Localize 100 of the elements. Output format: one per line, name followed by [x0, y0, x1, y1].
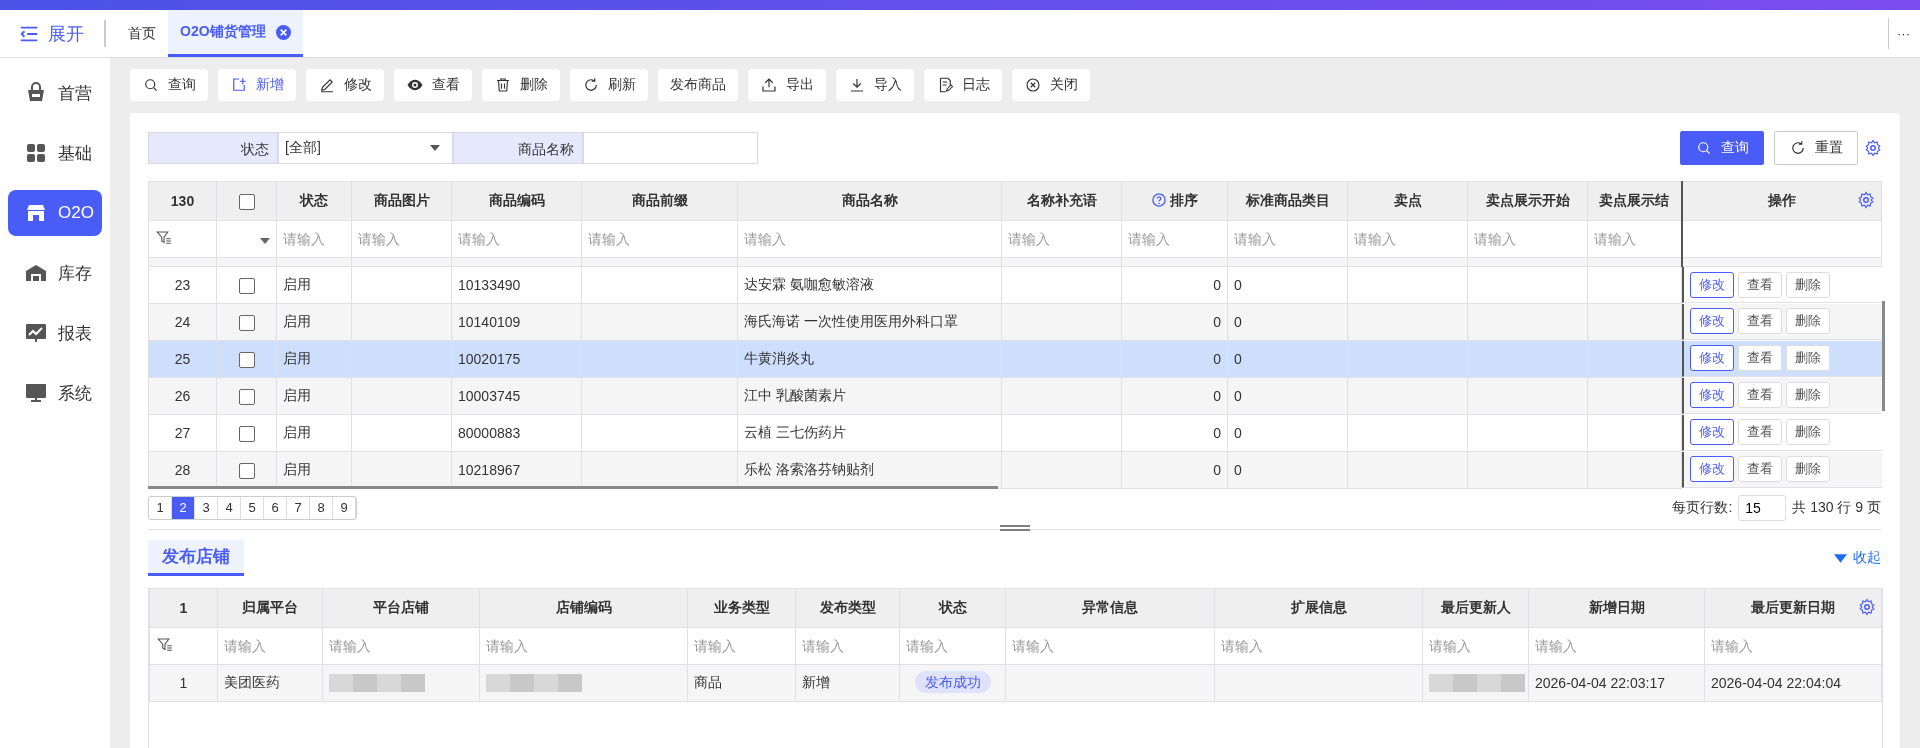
- toolbar-button[interactable]: 查询: [130, 69, 208, 101]
- row-action-button[interactable]: 删除: [1786, 456, 1830, 482]
- column-header: 平台店铺: [322, 588, 480, 628]
- horizontal-scrollbar[interactable]: [148, 486, 998, 489]
- sidebar-item[interactable]: 首营: [8, 70, 102, 116]
- column-header: 商品图片: [351, 181, 452, 221]
- table-row[interactable]: 25 启用 10020175 牛黄消炎丸 0 0 修改 查看 删除: [148, 340, 1882, 378]
- row-action-button[interactable]: 查看: [1738, 308, 1782, 334]
- row-action-button[interactable]: 修改: [1690, 382, 1734, 408]
- sidebar-item[interactable]: O2O: [8, 190, 102, 236]
- page-button[interactable]: 2: [172, 497, 195, 519]
- expand-button[interactable]: 展开: [0, 10, 104, 57]
- table-cell: 2026-04-04 22:03:17: [1535, 675, 1665, 691]
- caret-icon: [1834, 553, 1847, 563]
- monitor-icon: [24, 381, 48, 405]
- caret-icon[interactable]: [260, 238, 270, 244]
- row-action-button[interactable]: 查看: [1738, 382, 1782, 408]
- row-action-button[interactable]: 删除: [1786, 308, 1830, 334]
- close-icon[interactable]: [275, 24, 291, 40]
- settings-icon[interactable]: [1857, 191, 1875, 209]
- sidebar-item[interactable]: 系统: [8, 370, 102, 416]
- toolbar-button[interactable]: 关闭: [1012, 69, 1090, 101]
- row-checkbox[interactable]: [238, 314, 255, 331]
- row-checkbox[interactable]: [238, 425, 255, 442]
- toolbar-button[interactable]: 新增: [218, 69, 296, 101]
- column-header: 最后更新人: [1422, 588, 1529, 628]
- status-badge: 发布成功: [914, 671, 991, 693]
- more-menu[interactable]: ···: [1897, 26, 1920, 41]
- table-row[interactable]: 26 启用 10003745 江中 乳酸菌素片 0 0 修改 查看 删除: [148, 377, 1882, 415]
- row-action-button[interactable]: 查看: [1738, 419, 1782, 445]
- table-row[interactable]: 28 启用 10218967 乐松 洛索洛芬钠贴剂 0 0 修改 查看 删除: [148, 451, 1882, 489]
- page-button[interactable]: 5: [241, 497, 264, 519]
- row-action-button[interactable]: 修改: [1690, 308, 1734, 334]
- toolbar-button[interactable]: 查看: [394, 69, 472, 101]
- row-checkbox[interactable]: [238, 388, 255, 405]
- search-button[interactable]: 查询: [1680, 131, 1764, 165]
- column-header: 操作: [1681, 181, 1882, 221]
- page-button[interactable]: 6: [264, 497, 287, 519]
- row-action-button[interactable]: 查看: [1738, 456, 1782, 482]
- row-checkbox[interactable]: [238, 351, 255, 368]
- page-tab[interactable]: 首页: [116, 10, 168, 57]
- page-button[interactable]: 3: [195, 497, 218, 519]
- settings-icon[interactable]: [1858, 598, 1876, 616]
- settings-icon[interactable]: [1864, 139, 1882, 157]
- download-icon: [848, 76, 866, 94]
- row-action-button[interactable]: 修改: [1690, 345, 1734, 371]
- row-action-button[interactable]: 查看: [1738, 271, 1782, 298]
- table-cell: 牛黄消炎丸: [744, 350, 814, 366]
- toolbar-button[interactable]: 发布商品: [658, 69, 738, 101]
- select-all-checkbox[interactable]: [238, 193, 255, 210]
- column-header: 扩展信息: [1214, 588, 1423, 628]
- page-button[interactable]: 9: [333, 497, 356, 519]
- table-cell: 0: [1234, 277, 1242, 293]
- row-action-button[interactable]: 修改: [1690, 456, 1734, 482]
- filter-icon[interactable]: [156, 635, 174, 654]
- row-action-button[interactable]: 删除: [1786, 271, 1830, 298]
- page-button[interactable]: 8: [310, 497, 333, 519]
- column-header: 卖点展示开始: [1467, 181, 1588, 221]
- row-action-button[interactable]: 修改: [1690, 271, 1734, 298]
- table-cell: 启用: [283, 350, 311, 366]
- table-cell: 10218967: [458, 462, 521, 478]
- row-action-button[interactable]: 修改: [1690, 419, 1734, 445]
- row-action-button[interactable]: 查看: [1738, 345, 1782, 371]
- page-summary: 共 130 行 9 页: [1792, 499, 1881, 517]
- filter-icon[interactable]: [155, 228, 173, 247]
- toolbar-button[interactable]: 导出: [748, 69, 826, 101]
- reset-button[interactable]: 重置: [1774, 131, 1858, 165]
- table-cell: 乐松 洛索洛芬钠贴剂: [744, 461, 874, 477]
- sidebar-item[interactable]: 报表: [8, 310, 102, 356]
- chart-icon: [24, 321, 48, 345]
- page-button[interactable]: 7: [287, 497, 310, 519]
- row-checkbox[interactable]: [238, 462, 255, 479]
- sidebar-item[interactable]: 基础: [8, 130, 102, 176]
- input-field[interactable]: [583, 132, 758, 164]
- column-header: 归属平台: [217, 588, 323, 628]
- toolbar-button[interactable]: 修改: [306, 69, 384, 101]
- toolbar-button[interactable]: 刷新: [570, 69, 648, 101]
- field-label: 状态: [148, 132, 278, 164]
- status-select[interactable]: [全部]: [278, 132, 453, 164]
- row-checkbox[interactable]: [238, 277, 255, 294]
- collapse-link[interactable]: 收起: [1834, 549, 1881, 567]
- page-size-field[interactable]: 15: [1738, 495, 1787, 521]
- table-cell: 0: [1234, 462, 1242, 478]
- toolbar-button[interactable]: 导入: [836, 69, 914, 101]
- table-row[interactable]: 27 启用 80000883 云植 三七伤药片 0 0 修改 查看 删除: [148, 414, 1882, 452]
- toolbar-button[interactable]: 删除: [482, 69, 560, 101]
- splitter-handle-icon[interactable]: [999, 524, 1030, 532]
- row-action-button[interactable]: 删除: [1786, 382, 1830, 408]
- vertical-scrollbar[interactable]: [1882, 301, 1885, 411]
- table-cell: 10133490: [458, 277, 521, 293]
- page-button[interactable]: 4: [218, 497, 241, 519]
- table-cell: 0: [1213, 351, 1221, 367]
- row-action-button[interactable]: 删除: [1786, 419, 1830, 445]
- page-tab[interactable]: O2O铺货管理: [168, 10, 303, 57]
- table-cell: 启用: [283, 276, 311, 292]
- table-row[interactable]: 24 启用 10140109 海氏海诺 一次性使用医用外科口罩 0 0 修改 查看 删除: [148, 303, 1882, 341]
- section-tab[interactable]: 发布店铺: [148, 540, 244, 576]
- sidebar-item[interactable]: 库存: [8, 250, 102, 296]
- row-action-button[interactable]: 删除: [1786, 345, 1830, 371]
- toolbar-button[interactable]: 日志: [924, 69, 1002, 101]
